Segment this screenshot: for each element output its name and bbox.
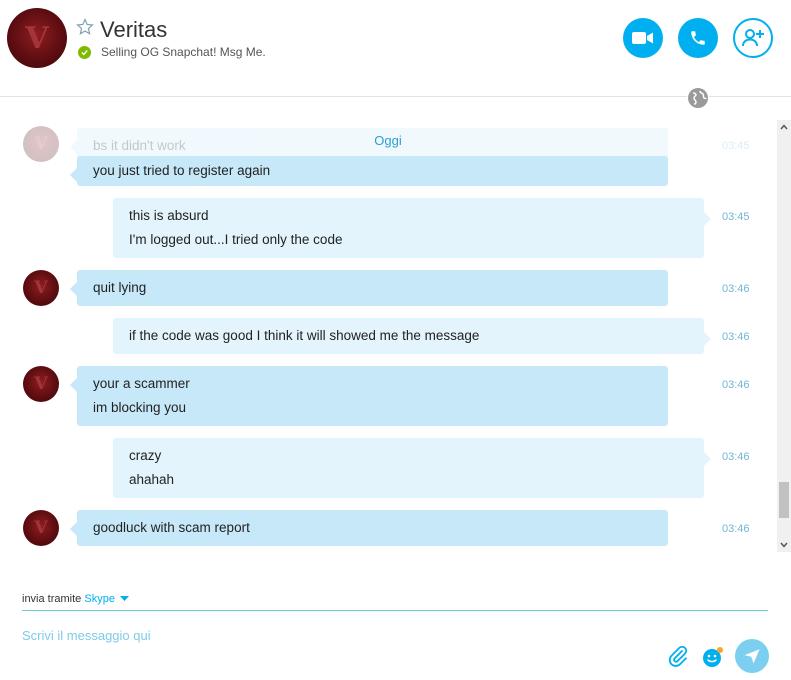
message-time: 03:46 <box>722 523 750 535</box>
smiley-icon <box>703 647 723 667</box>
message-text: ahahah <box>129 472 175 487</box>
message-bubble[interactable]: quit lying <box>70 270 668 306</box>
message-time: 03:46 <box>722 283 750 295</box>
message-bubble[interactable]: this is absurd I'm logged out...I tried … <box>113 198 711 258</box>
online-status-icon <box>78 46 91 59</box>
add-people-button[interactable] <box>733 18 773 58</box>
chevron-down-icon[interactable] <box>120 596 129 602</box>
phone-icon <box>691 31 705 45</box>
message-text: I'm logged out...I tried only the code <box>129 232 343 247</box>
avatar-letter: V <box>25 20 49 56</box>
video-camera-icon <box>632 32 653 44</box>
contact-avatar-small[interactable]: V <box>23 366 59 402</box>
composer-divider <box>22 610 768 611</box>
message-input[interactable] <box>22 628 622 643</box>
message-text: quit lying <box>93 280 147 295</box>
conversation-header: V Veritas Selling OG Snapchat! Msg Me. <box>0 0 791 97</box>
scroll-up-arrow-icon[interactable] <box>777 120 791 134</box>
message-text: goodluck with scam report <box>93 520 250 535</box>
scrollbar-thumb[interactable] <box>779 482 789 518</box>
send-via-service[interactable]: Skype <box>84 593 115 605</box>
video-call-button[interactable] <box>623 18 663 58</box>
add-person-icon <box>742 29 764 47</box>
message-text: this is absurd <box>129 208 209 223</box>
send-button[interactable] <box>735 639 769 673</box>
mood-message: Selling OG Snapchat! Msg Me. <box>101 45 266 59</box>
send-via-selector[interactable]: invia tramite Skype <box>22 593 129 605</box>
day-separator: Oggi <box>374 133 402 148</box>
attach-file-button[interactable] <box>667 645 689 667</box>
audio-call-button[interactable] <box>678 18 718 58</box>
message-bubble[interactable]: your a scammer im blocking you <box>70 366 668 426</box>
message-text: you just tried to register again <box>93 163 271 178</box>
message-text: crazy <box>129 448 162 463</box>
message-text: your a scammer <box>93 376 190 391</box>
favorite-star-icon[interactable] <box>76 18 94 36</box>
message-bubble[interactable]: you just tried to register again <box>70 156 668 186</box>
contact-avatar-small[interactable]: V <box>23 270 59 306</box>
contact-name[interactable]: Veritas <box>100 17 167 43</box>
message-time: 03:46 <box>722 379 750 391</box>
message-list[interactable]: V bs it didn't work 03:45 Oggi you just … <box>0 98 776 552</box>
chat-scrollbar[interactable] <box>777 120 791 552</box>
message-time: 03:46 <box>722 331 750 343</box>
message-text: im blocking you <box>93 400 187 415</box>
message-bubble[interactable]: goodluck with scam report <box>70 510 668 546</box>
contact-avatar-small[interactable]: V <box>23 510 59 546</box>
message-bubble[interactable]: if the code was good I think it will sho… <box>113 318 711 354</box>
scroll-down-arrow-icon[interactable] <box>777 538 791 552</box>
message-text: if the code was good I think it will sho… <box>129 328 480 343</box>
send-arrow-icon <box>744 649 760 664</box>
message-time: 03:45 <box>722 211 750 223</box>
paperclip-icon <box>668 645 688 667</box>
send-via-label: invia tramite <box>22 593 82 605</box>
contact-avatar[interactable]: V <box>7 8 67 68</box>
emoticon-button[interactable] <box>701 645 725 669</box>
message-time: 03:46 <box>722 451 750 463</box>
message-bubble[interactable]: crazy ahahah <box>113 438 711 498</box>
